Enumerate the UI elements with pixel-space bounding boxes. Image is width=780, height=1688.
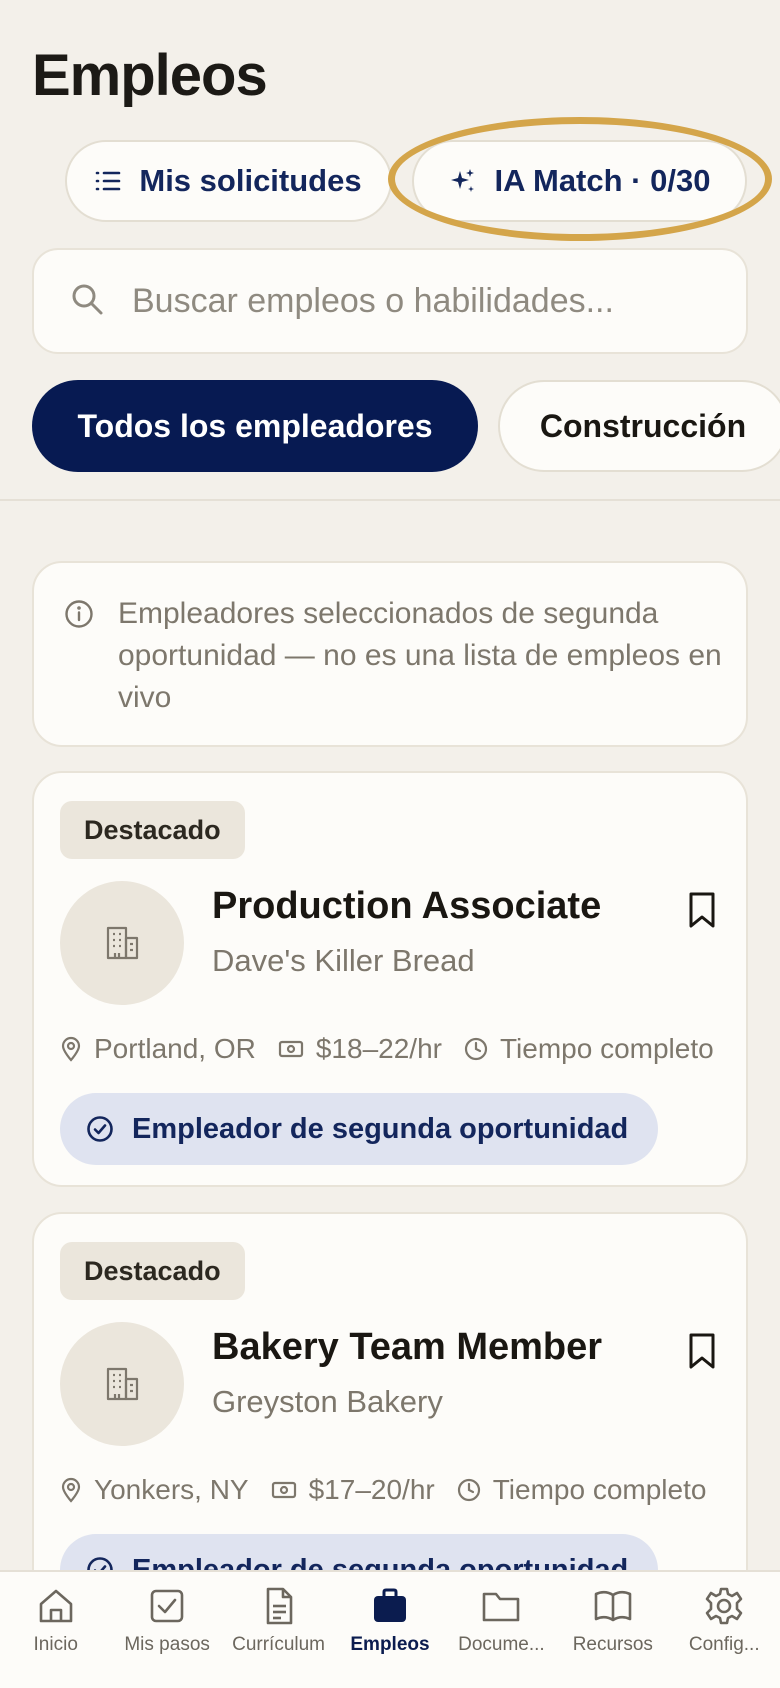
document-icon: [266, 1587, 292, 1625]
ai-match-label: IA Match · 0/30: [494, 163, 711, 198]
folder-icon: [483, 1592, 520, 1622]
nav-label: Inicio: [33, 1634, 78, 1655]
job-location: Portland, OR: [94, 1033, 256, 1064]
bookmark-icon[interactable]: [688, 1332, 716, 1375]
nav-label: Docume...: [458, 1634, 545, 1655]
job-schedule: Tiempo completo: [499, 1033, 714, 1064]
home-icon: [39, 1589, 73, 1623]
clock-icon: [457, 1478, 480, 1502]
job-title: Production Associate: [212, 885, 602, 927]
company-name: Dave's Killer Bread: [212, 943, 475, 978]
second-chance-employer-tag: Empleador de segunda oportunidad: [60, 1093, 659, 1165]
company-logo: [60, 1322, 184, 1446]
company-name: Greyston Bakery: [212, 1384, 443, 1419]
bookmark-icon[interactable]: [688, 891, 716, 934]
filter-chip-construction[interactable]: Construcción: [498, 380, 780, 472]
nav-label: Config...: [688, 1634, 760, 1655]
second-chance-label: Empleador de segunda oportunidad: [132, 1112, 629, 1145]
nav-item-home[interactable]: Inicio: [0, 1572, 111, 1688]
job-card[interactable]: Destacado Production Associate Dave's Ki…: [32, 771, 748, 1187]
money-icon: [271, 1481, 296, 1499]
page-title: Empleos: [32, 43, 268, 108]
building-icon: [106, 926, 139, 960]
nav-label: Currículum: [232, 1634, 325, 1655]
job-meta: Portland, OR $18–22/hr Tiempo completo: [60, 1033, 736, 1065]
clock-icon: [464, 1037, 488, 1061]
gear-icon: [705, 1587, 743, 1625]
checkbox-icon: [150, 1589, 184, 1623]
search-placeholder: Buscar empleos o habilidades...: [132, 281, 614, 320]
nav-item-my-steps[interactable]: Mis pasos: [111, 1572, 222, 1688]
divider: [0, 499, 780, 501]
my-applications-button[interactable]: Mis solicitudes: [65, 140, 392, 222]
info-icon: [64, 599, 94, 634]
search-input[interactable]: Buscar empleos o habilidades...: [32, 248, 748, 354]
info-text: Empleadores seleccionados de segunda opo…: [118, 597, 722, 714]
nav-label: Recursos: [572, 1634, 653, 1655]
info-notice: Empleadores seleccionados de segunda opo…: [32, 561, 748, 747]
job-schedule: Tiempo completo: [492, 1474, 707, 1505]
check-circle-icon: [87, 1116, 113, 1142]
featured-badge: Destacado: [60, 1242, 245, 1300]
nav-item-documents[interactable]: Docume...: [446, 1572, 557, 1688]
search-icon: [70, 282, 104, 321]
money-icon: [278, 1040, 303, 1058]
job-card[interactable]: Destacado Bakery Team Member Greyston Ba…: [32, 1212, 748, 1628]
bottom-nav: Inicio Mis pasos Currículum Empleos Docu…: [0, 1570, 780, 1688]
nav-label: Empleos: [350, 1634, 430, 1655]
nav-label: Mis pasos: [124, 1634, 210, 1655]
job-title: Bakery Team Member: [212, 1326, 603, 1368]
list-icon: [95, 170, 121, 192]
company-logo: [60, 881, 184, 1005]
my-applications-label: Mis solicitudes: [139, 163, 362, 198]
job-pay: $17–20/hr: [308, 1474, 435, 1505]
job-meta: Yonkers, NY $17–20/hr Tiempo completo: [60, 1474, 728, 1506]
location-pin-icon: [61, 1036, 81, 1062]
nav-item-settings[interactable]: Config...: [669, 1572, 780, 1688]
book-icon: [594, 1590, 632, 1622]
nav-item-jobs[interactable]: Empleos: [334, 1572, 445, 1688]
ai-match-button[interactable]: IA Match · 0/30: [412, 140, 747, 222]
featured-badge: Destacado: [60, 801, 245, 859]
filter-chip-all-employers[interactable]: Todos los empleadores: [32, 380, 478, 472]
job-pay: $18–22/hr: [315, 1033, 442, 1064]
location-pin-icon: [61, 1477, 81, 1503]
briefcase-icon: [373, 1588, 406, 1622]
job-location: Yonkers, NY: [94, 1474, 249, 1505]
nav-item-resume[interactable]: Currículum: [223, 1572, 334, 1688]
sparkle-icon: [449, 167, 477, 195]
building-icon: [106, 1367, 139, 1401]
nav-item-resources[interactable]: Recursos: [557, 1572, 668, 1688]
